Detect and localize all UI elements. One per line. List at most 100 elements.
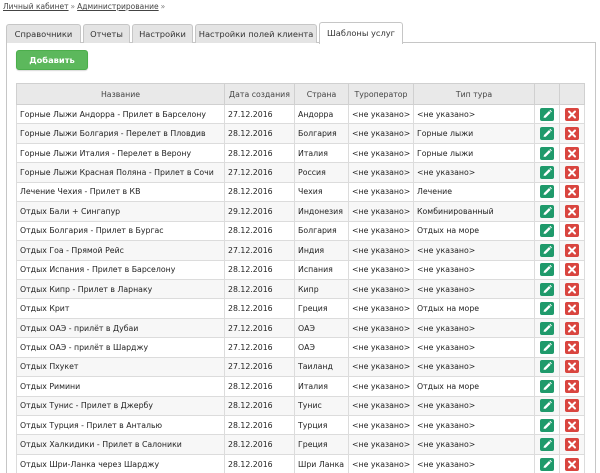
delete-button[interactable] (565, 107, 579, 121)
delete-button[interactable] (565, 379, 579, 393)
date-cell: 27.12.2016 (224, 356, 295, 378)
delete-cell (559, 259, 585, 280)
column-header-date[interactable]: Дата создания (224, 83, 295, 105)
template-name-cell[interactable]: Отдых Турция - Прилет в Анталью (16, 414, 225, 436)
delete-button[interactable] (565, 127, 579, 141)
edit-button[interactable] (540, 438, 554, 452)
tab-bar: Справочники Отчеты Настройки Настройки п… (6, 22, 596, 44)
date-cell: 28.12.2016 (224, 395, 295, 417)
country-cell: Италия (294, 142, 349, 164)
delete-cell (559, 395, 585, 417)
close-icon (568, 285, 576, 294)
edit-button[interactable] (540, 340, 554, 354)
column-header-tour-type[interactable]: Тип тура (413, 83, 535, 105)
close-icon (568, 401, 576, 410)
delete-button[interactable] (565, 166, 579, 180)
add-button[interactable]: Добавить (16, 50, 88, 70)
template-name-cell[interactable]: Отдых Крит (16, 298, 225, 319)
template-name-cell[interactable]: Отдых Халкидики - Прилет в Салоники (16, 434, 225, 455)
template-name-cell[interactable]: Отдых Пхукет (16, 356, 225, 378)
edit-button[interactable] (540, 204, 554, 218)
close-icon (568, 187, 576, 196)
tab-directories[interactable]: Справочники (6, 24, 81, 43)
edit-button[interactable] (540, 146, 554, 160)
date-cell: 27.12.2016 (224, 103, 295, 125)
table-row: Отдых Гоа - Прямой Рейс 27.12.2016 Индия <н… (16, 240, 585, 261)
edit-button[interactable] (540, 243, 554, 257)
template-name-cell[interactable]: Отдых ОАЭ - прилёт в Шарджу (16, 337, 225, 358)
edit-button[interactable] (540, 166, 554, 180)
template-name-cell[interactable]: Отдых Шри-Ланка через Шарджу (16, 453, 225, 473)
delete-button[interactable] (565, 204, 579, 218)
delete-cell (559, 103, 585, 125)
edit-button[interactable] (540, 263, 554, 277)
template-name-cell[interactable]: Лечение Чехия - Прилет в КВ (16, 181, 225, 203)
delete-button[interactable] (565, 282, 579, 296)
tour-type-cell: Отдых на море (413, 298, 535, 319)
template-name-cell[interactable]: Отдых Испания - Прилет в Барселону (16, 259, 225, 280)
edit-button[interactable] (540, 282, 554, 296)
tour-type-cell: Горные лыжи (413, 123, 535, 144)
edit-button[interactable] (540, 185, 554, 199)
delete-button[interactable] (565, 457, 579, 471)
pencil-icon (543, 401, 552, 410)
edit-button[interactable] (540, 224, 554, 238)
operator-cell: <не указано> (348, 414, 414, 436)
country-cell: Чехия (294, 181, 349, 203)
tab-client-field-settings[interactable]: Настройки полей клиента (195, 24, 317, 43)
column-header-country[interactable]: Страна (294, 83, 349, 105)
edit-cell (534, 201, 560, 222)
delete-button[interactable] (565, 399, 579, 413)
template-name-cell[interactable]: Отдых Гоа - Прямой Рейс (16, 240, 225, 261)
edit-button[interactable] (540, 127, 554, 141)
delete-button[interactable] (565, 302, 579, 316)
edit-button[interactable] (540, 302, 554, 316)
delete-cell (559, 453, 585, 473)
column-header-operator[interactable]: Туроператор (348, 83, 414, 105)
country-cell: ОАЭ (294, 337, 349, 358)
edit-button[interactable] (540, 457, 554, 471)
close-icon (568, 440, 576, 449)
breadcrumb-home-link[interactable]: Личный кабинет (3, 2, 69, 11)
delete-button[interactable] (565, 438, 579, 452)
edit-button[interactable] (540, 418, 554, 432)
delete-button[interactable] (565, 340, 579, 354)
delete-button[interactable] (565, 360, 579, 374)
template-name-cell[interactable]: Отдых Римини (16, 376, 225, 397)
template-name-cell[interactable]: Отдых Бали + Сингапур (16, 201, 225, 222)
template-name-cell[interactable]: Отдых Тунис - Прилет в Джербу (16, 395, 225, 417)
template-name-cell[interactable]: Горные Лыжи Италия - Перелет в Верону (16, 142, 225, 164)
template-name-cell[interactable]: Отдых Кипр - Прилет в Ларнаку (16, 278, 225, 300)
template-name-cell[interactable]: Горные Лыжи Красная Поляна - Прилет в Со… (16, 162, 225, 183)
tab-settings[interactable]: Настройки (132, 24, 193, 43)
delete-button[interactable] (565, 263, 579, 277)
delete-button[interactable] (565, 418, 579, 432)
close-icon (568, 226, 576, 235)
delete-button[interactable] (565, 224, 579, 238)
template-name-cell[interactable]: Отдых Болгария - Прилет в Бургас (16, 220, 225, 242)
edit-button[interactable] (540, 321, 554, 335)
date-cell: 28.12.2016 (224, 142, 295, 164)
template-name-cell[interactable]: Горные Лыжи Андорра - Прилет в Барселону (16, 103, 225, 125)
edit-cell (534, 395, 560, 417)
template-name-cell[interactable]: Отдых ОАЭ - прилёт в Дубаи (16, 317, 225, 339)
column-header-name[interactable]: Название (16, 83, 225, 105)
edit-button[interactable] (540, 379, 554, 393)
close-icon (568, 421, 576, 430)
delete-button[interactable] (565, 321, 579, 335)
tab-service-templates[interactable]: Шаблоны услуг (319, 22, 403, 44)
tab-reports[interactable]: Отчеты (83, 24, 130, 43)
edit-cell (534, 181, 560, 203)
breadcrumb-separator: » (70, 2, 76, 11)
breadcrumb-admin-link[interactable]: Администрирование (77, 2, 159, 11)
delete-button[interactable] (565, 146, 579, 160)
edit-cell (534, 103, 560, 125)
delete-button[interactable] (565, 243, 579, 257)
edit-cell (534, 220, 560, 242)
edit-button[interactable] (540, 107, 554, 121)
edit-cell (534, 376, 560, 397)
template-name-cell[interactable]: Горные Лыжи Болгария - Перелет в Пловдив (16, 123, 225, 144)
delete-button[interactable] (565, 185, 579, 199)
edit-button[interactable] (540, 360, 554, 374)
edit-button[interactable] (540, 399, 554, 413)
